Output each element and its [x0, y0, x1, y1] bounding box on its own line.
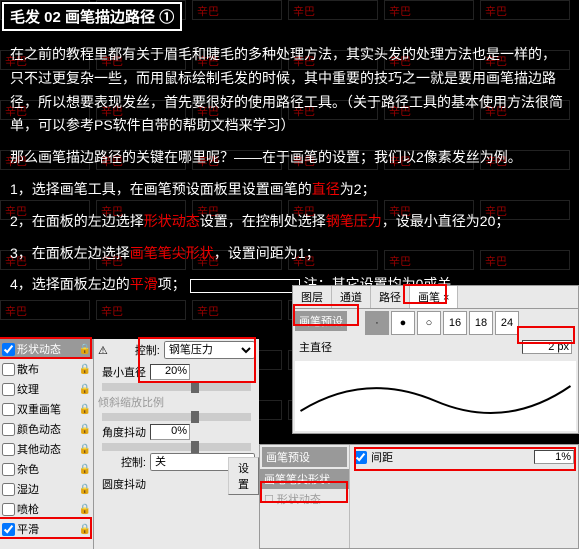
highlight-diameter: 直径: [312, 181, 340, 197]
shape-dynamics-panel: ⚠ 控制: 钢笔压力 最小直径 20% 倾斜缩放比例 角度抖动 0% 控制: 关…: [94, 339, 259, 549]
watermark-cell: 辛巴: [288, 0, 378, 20]
panel-tabs: 图层通道路径画笔 ×: [293, 286, 578, 309]
brush-option-3[interactable]: 双重画笔 🔒: [0, 399, 93, 419]
spacing-label: 间距: [371, 449, 393, 465]
min-diameter-slider[interactable]: [102, 383, 251, 391]
panels-region: 形状动态 🔒 散布 🔒 纹理 🔒 双重画笔 🔒 颜色动态 🔒 其他动态 🔒 杂色 🔒 湿边 🔒 喷枪 🔒 平滑 🔒 ⚠…: [0, 285, 579, 549]
lock-icon: 🔒: [79, 404, 91, 415]
brush-thumb-3[interactable]: 16: [443, 311, 467, 335]
min-diameter-value[interactable]: 20%: [150, 364, 190, 380]
angle-jitter-value[interactable]: 0%: [150, 424, 190, 440]
paragraph-2: 那么画笔描边路径的关键在哪里呢？——在于画笔的设置；我们以2像素发丝为例。: [10, 146, 569, 170]
brush-option-label: 颜色动态: [17, 421, 61, 437]
brush-option-checkbox[interactable]: [2, 503, 15, 516]
lock-icon: 🔒: [79, 444, 91, 455]
brush-option-2[interactable]: 纹理 🔒: [0, 379, 93, 399]
lock-icon: 🔒: [79, 364, 91, 375]
brush-thumbnails: ·●○161824: [363, 309, 521, 337]
lock-icon: 🔒: [79, 464, 91, 475]
brush-thumb-0[interactable]: ·: [365, 311, 389, 335]
brush-option-checkbox[interactable]: [2, 403, 15, 416]
lock-icon: 🔒: [79, 384, 91, 395]
brush-option-label: 平滑: [17, 521, 39, 537]
brush-option-label: 杂色: [17, 461, 39, 477]
brush-option-label: 形状动态: [17, 341, 61, 357]
highlight-brush-tip: 画笔笔尖形状: [130, 245, 214, 261]
brush-option-0[interactable]: 形状动态 🔒: [0, 339, 93, 359]
brush-option-checkbox[interactable]: [2, 443, 15, 456]
angle-jitter-label: 角度抖动: [98, 424, 146, 440]
brush-option-checkbox[interactable]: [2, 383, 15, 396]
brush-preset-header[interactable]: 画笔预设: [295, 311, 347, 331]
brush-option-7[interactable]: 湿边 🔒: [0, 479, 93, 499]
tab-画笔[interactable]: 画笔 ×: [410, 286, 458, 308]
brush-option-checkbox[interactable]: [2, 423, 15, 436]
lock-icon: 🔒: [79, 484, 91, 495]
spacing-value[interactable]: 1%: [534, 450, 574, 464]
brush-option-checkbox[interactable]: [2, 523, 15, 536]
lock-icon: 🔒: [79, 424, 91, 435]
watermark-cell: 辛巴: [192, 0, 282, 20]
brush-stroke-preview: [295, 361, 576, 431]
brush-option-9[interactable]: 平滑 🔒: [0, 519, 93, 539]
step-2: 2，在面板的左边选择形状动态设置，在控制处选择钢笔压力，设最小直径为20；: [10, 210, 569, 234]
watermark-cell: 辛巴: [384, 0, 474, 20]
shape-dynamics-item[interactable]: ☐ 形状动态: [260, 489, 349, 509]
brush-option-label: 散布: [17, 361, 39, 377]
brush-option-label: 其他动态: [17, 441, 61, 457]
master-diameter-value[interactable]: 2 px: [522, 340, 572, 354]
roundness-jitter-label: 圆度抖动: [98, 476, 146, 492]
lock-icon: 🔒: [79, 524, 91, 535]
watermark-cell: 辛巴: [480, 0, 570, 20]
control-select[interactable]: 钢笔压力: [164, 341, 255, 359]
brush-thumb-2[interactable]: ○: [417, 311, 441, 335]
master-diameter-label: 主直径: [299, 339, 332, 355]
brush-tip-shape-item[interactable]: 画笔笔尖形状: [260, 469, 349, 489]
highlight-pen-pressure: 钢笔压力: [326, 213, 382, 229]
tab-图层[interactable]: 图层: [293, 286, 332, 308]
brush-option-5[interactable]: 其他动态 🔒: [0, 439, 93, 459]
control-label: 控制:: [112, 342, 160, 358]
brush-option-checkbox[interactable]: [2, 483, 15, 496]
control2-label: 控制:: [98, 454, 146, 470]
lock-icon: 🔒: [79, 504, 91, 515]
tab-路径[interactable]: 路径: [371, 286, 410, 308]
brush-preset-header-2[interactable]: 画笔预设: [262, 447, 347, 467]
tilt-scale-label: 倾斜缩放比例: [98, 394, 164, 410]
brush-option-label: 喷枪: [17, 501, 39, 517]
tilt-slider: [102, 413, 251, 421]
brush-option-label: 双重画笔: [17, 401, 61, 417]
step-1: 1，选择画笔工具，在画笔预设面板里设置画笔的直径为2；: [10, 178, 569, 202]
spacing-checkbox[interactable]: [354, 451, 367, 464]
lock-icon: 🔒: [79, 344, 91, 355]
brush-thumb-4[interactable]: 18: [469, 311, 493, 335]
settings-button[interactable]: 设置: [228, 457, 259, 495]
paragraph-1: 在之前的教程里都有关于眉毛和睫毛的多种处理方法，其实头发的处理方法也是一样的，只…: [10, 43, 569, 138]
angle-jitter-slider[interactable]: [102, 443, 251, 451]
brush-option-4[interactable]: 颜色动态 🔒: [0, 419, 93, 439]
brushes-panel: 图层通道路径画笔 × 画笔预设 ·●○161824 主直径 2 px: [292, 285, 579, 434]
brush-option-label: 纹理: [17, 381, 39, 397]
lesson-title: 毛发 02 画笔描边路径 ①: [2, 2, 182, 31]
brush-option-6[interactable]: 杂色 🔒: [0, 459, 93, 479]
step-3: 3，在面板左边选择画笔笔尖形状，设置间距为1；: [10, 242, 569, 266]
brush-option-8[interactable]: 喷枪 🔒: [0, 499, 93, 519]
brush-thumb-1[interactable]: ●: [391, 311, 415, 335]
warning-icon: ⚠: [98, 344, 108, 357]
brush-thumb-5[interactable]: 24: [495, 311, 519, 335]
brush-tip-panel: 画笔预设 画笔笔尖形状 ☐ 形状动态 间距 1%: [259, 444, 579, 549]
tab-通道[interactable]: 通道: [332, 286, 371, 308]
brush-option-1[interactable]: 散布 🔒: [0, 359, 93, 379]
tutorial-body: 在之前的教程里都有关于眉毛和睫毛的多种处理方法，其实头发的处理方法也是一样的，只…: [0, 31, 579, 313]
brush-option-checkbox[interactable]: [2, 363, 15, 376]
brush-option-label: 湿边: [17, 481, 39, 497]
brush-option-checkbox[interactable]: [2, 463, 15, 476]
min-diameter-label: 最小直径: [98, 364, 146, 380]
brush-option-checkbox[interactable]: [2, 343, 15, 356]
highlight-shape-dynamics: 形状动态: [144, 213, 200, 229]
brush-options-list: 形状动态 🔒 散布 🔒 纹理 🔒 双重画笔 🔒 颜色动态 🔒 其他动态 🔒 杂色 🔒 湿边 🔒 喷枪 🔒 平滑 🔒: [0, 339, 94, 549]
